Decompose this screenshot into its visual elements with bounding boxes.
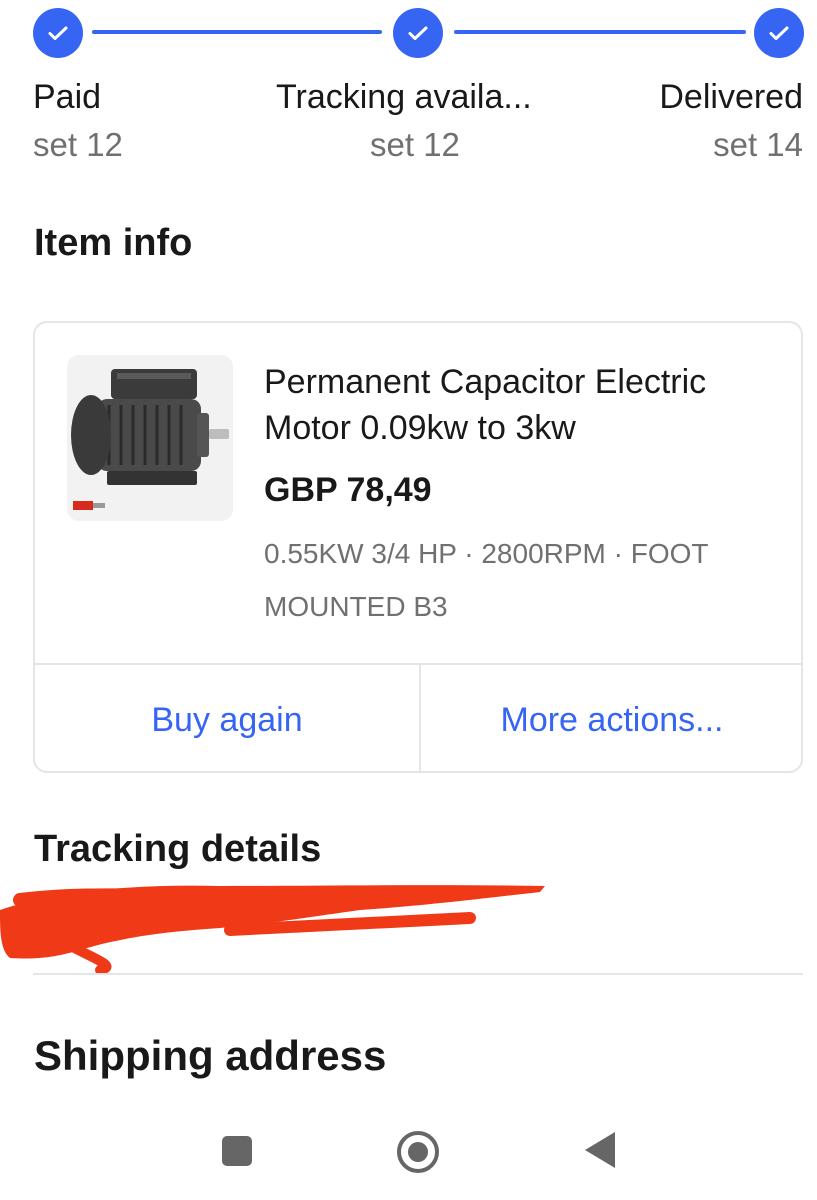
- item-thumbnail[interactable]: [67, 355, 233, 521]
- home-icon[interactable]: [397, 1131, 439, 1173]
- order-progress-tracker: Paid set 12 Tracking availa... set 12 De…: [0, 0, 817, 175]
- progress-line-1: [92, 30, 382, 34]
- item-info-heading: Item info: [34, 222, 193, 264]
- step-tracking-label: Tracking availa...: [276, 78, 532, 116]
- android-navigation-bar: [0, 1110, 817, 1200]
- step-paid-date: set 12: [33, 126, 123, 163]
- tracking-redaction-scribble: [0, 885, 545, 975]
- item-variant: 0.55KW 3/4 HP · 2800RPM · FOOT MOUNTED B…: [264, 538, 709, 622]
- item-title[interactable]: Permanent Capacitor Electric Motor 0.09k…: [264, 359, 794, 451]
- shipping-address-heading: Shipping address: [34, 1032, 387, 1079]
- step-paid-check-icon: [33, 8, 83, 58]
- step-paid-label: Paid: [33, 78, 102, 116]
- step-delivered-check-icon: [754, 8, 804, 58]
- step-tracking-check-icon: [393, 8, 443, 58]
- step-tracking-date: set 12: [370, 126, 460, 163]
- tracking-details-heading: Tracking details: [34, 828, 322, 870]
- step-delivered-date: set 14: [713, 126, 803, 163]
- more-actions-button[interactable]: More actions...: [421, 665, 801, 771]
- item-price: GBP 78,49: [264, 471, 432, 509]
- step-delivered-label: Delivered: [659, 78, 803, 116]
- recent-apps-icon[interactable]: [222, 1136, 252, 1166]
- back-icon[interactable]: [585, 1132, 615, 1168]
- item-card: Permanent Capacitor Electric Motor 0.09k…: [33, 321, 803, 773]
- progress-line-2: [454, 30, 746, 34]
- buy-again-button[interactable]: Buy again: [35, 665, 419, 771]
- section-divider: [33, 973, 803, 975]
